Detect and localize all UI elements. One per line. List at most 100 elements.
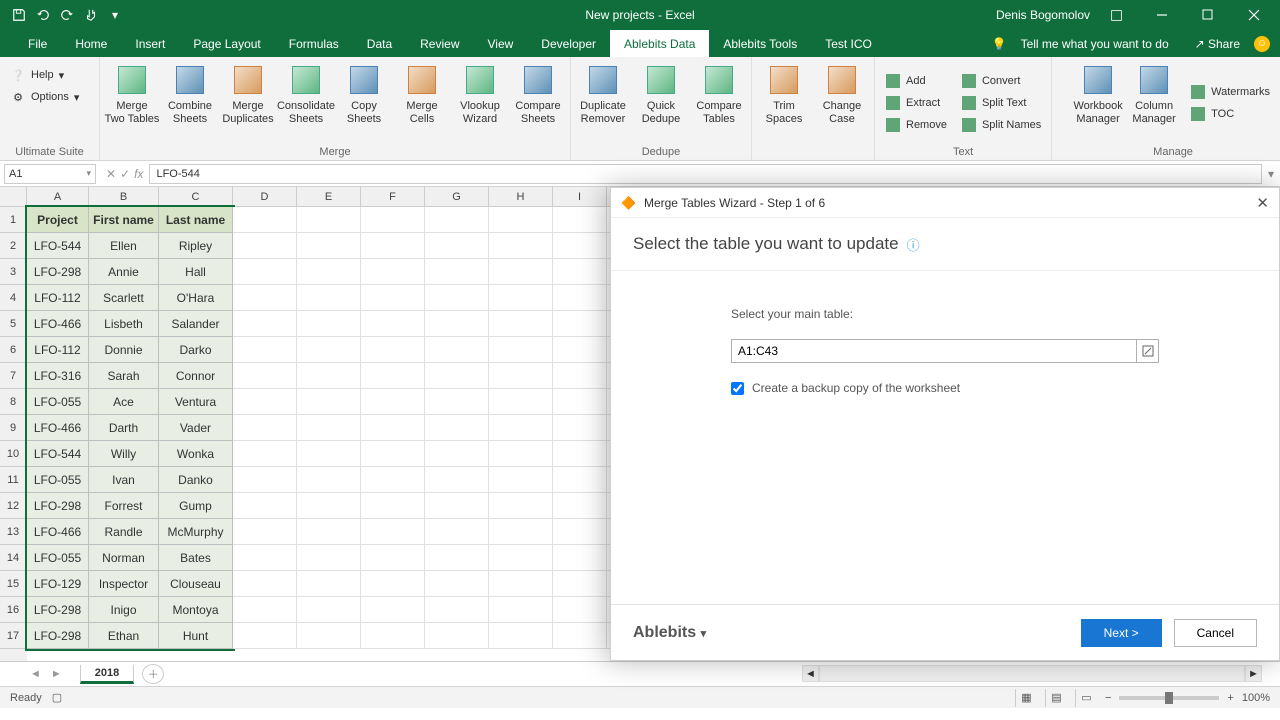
table-cell[interactable]: Scarlett <box>89 285 159 311</box>
empty-cell[interactable] <box>425 311 489 337</box>
range-input[interactable] <box>731 339 1137 363</box>
empty-cell[interactable] <box>233 285 297 311</box>
empty-cell[interactable] <box>553 207 607 233</box>
table-cell[interactable]: LFO-055 <box>27 389 89 415</box>
table-cell[interactable]: LFO-316 <box>27 363 89 389</box>
table-cell[interactable]: LFO-298 <box>27 597 89 623</box>
empty-cell[interactable] <box>553 623 607 649</box>
empty-cell[interactable] <box>361 363 425 389</box>
backup-checkbox[interactable]: Create a backup copy of the worksheet <box>731 381 1159 395</box>
workbook-manager-button[interactable]: WorkbookManager <box>1070 60 1126 146</box>
table-cell[interactable]: LFO-298 <box>27 259 89 285</box>
row-header[interactable]: 2 <box>0 233 27 259</box>
extract-button[interactable]: Extract <box>879 92 953 114</box>
empty-cell[interactable] <box>489 363 553 389</box>
share-button[interactable]: ↗ Share <box>1195 37 1240 51</box>
row-header[interactable]: 16 <box>0 597 27 623</box>
page-break-view-icon[interactable]: ▭ <box>1075 689 1097 707</box>
empty-cell[interactable] <box>297 233 361 259</box>
empty-cell[interactable] <box>553 363 607 389</box>
table-cell[interactable]: Darko <box>159 337 233 363</box>
row-header[interactable]: 10 <box>0 441 27 467</box>
horizontal-scrollbar[interactable]: ◄ ► <box>802 665 1262 682</box>
table-cell[interactable]: Ellen <box>89 233 159 259</box>
empty-cell[interactable] <box>553 259 607 285</box>
empty-cell[interactable] <box>489 493 553 519</box>
col-header[interactable]: E <box>297 187 361 206</box>
empty-cell[interactable] <box>297 519 361 545</box>
table-cell[interactable]: Ethan <box>89 623 159 649</box>
undo-icon[interactable] <box>32 4 54 26</box>
watermarks-button[interactable]: Watermarks <box>1184 81 1276 103</box>
table-cell[interactable]: Darth <box>89 415 159 441</box>
empty-cell[interactable] <box>425 233 489 259</box>
empty-cell[interactable] <box>361 207 425 233</box>
empty-cell[interactable] <box>233 545 297 571</box>
duplicate-remover-button[interactable]: DuplicateRemover <box>575 60 631 146</box>
empty-cell[interactable] <box>489 623 553 649</box>
empty-cell[interactable] <box>553 415 607 441</box>
table-cell[interactable]: Ivan <box>89 467 159 493</box>
confirm-icon[interactable]: ✓ <box>120 167 130 181</box>
empty-cell[interactable] <box>297 493 361 519</box>
split-text-button[interactable]: Split Text <box>955 92 1047 114</box>
formula-input[interactable]: LFO-544 <box>149 164 1262 184</box>
empty-cell[interactable] <box>233 623 297 649</box>
empty-cell[interactable] <box>425 207 489 233</box>
empty-cell[interactable] <box>233 441 297 467</box>
empty-cell[interactable] <box>489 337 553 363</box>
empty-cell[interactable] <box>297 545 361 571</box>
empty-cell[interactable] <box>297 337 361 363</box>
table-cell[interactable]: Ace <box>89 389 159 415</box>
touch-mode-icon[interactable] <box>80 4 102 26</box>
table-cell[interactable]: Salander <box>159 311 233 337</box>
tab-test-ico[interactable]: Test ICO <box>811 30 886 57</box>
empty-cell[interactable] <box>489 207 553 233</box>
macro-record-icon[interactable]: ▢ <box>52 691 62 704</box>
minimize-button[interactable] <box>1142 0 1182 30</box>
empty-cell[interactable] <box>361 467 425 493</box>
empty-cell[interactable] <box>425 571 489 597</box>
empty-cell[interactable] <box>297 259 361 285</box>
row-header[interactable]: 17 <box>0 623 27 649</box>
merge-cells-button[interactable]: MergeCells <box>394 60 450 146</box>
table-cell[interactable]: Lisbeth <box>89 311 159 337</box>
empty-cell[interactable] <box>489 233 553 259</box>
table-cell[interactable]: Randle <box>89 519 159 545</box>
empty-cell[interactable] <box>233 259 297 285</box>
copy-sheets-button[interactable]: CopySheets <box>336 60 392 146</box>
empty-cell[interactable] <box>297 415 361 441</box>
table-cell[interactable]: Donnie <box>89 337 159 363</box>
trim-spaces-button[interactable]: TrimSpaces <box>756 60 812 146</box>
empty-cell[interactable] <box>425 623 489 649</box>
hscroll-left-icon[interactable]: ◄ <box>802 665 819 682</box>
cancel-button[interactable]: Cancel <box>1174 619 1257 647</box>
ribbon-options-icon[interactable] <box>1096 0 1136 30</box>
table-cell[interactable]: Bates <box>159 545 233 571</box>
hscroll-right-icon[interactable]: ► <box>1245 665 1262 682</box>
empty-cell[interactable] <box>489 441 553 467</box>
table-cell[interactable]: O'Hara <box>159 285 233 311</box>
table-cell[interactable]: LFO-466 <box>27 519 89 545</box>
table-cell[interactable]: Vader <box>159 415 233 441</box>
range-picker-icon[interactable] <box>1137 339 1159 363</box>
table-cell[interactable]: Connor <box>159 363 233 389</box>
empty-cell[interactable] <box>297 207 361 233</box>
table-cell[interactable]: Montoya <box>159 597 233 623</box>
tab-formulas[interactable]: Formulas <box>275 30 353 57</box>
compare-tables-button[interactable]: CompareTables <box>691 60 747 146</box>
compare-sheets-button[interactable]: CompareSheets <box>510 60 566 146</box>
redo-icon[interactable] <box>56 4 78 26</box>
change-case-button[interactable]: ChangeCase <box>814 60 870 146</box>
empty-cell[interactable] <box>297 285 361 311</box>
merge-duplicates-button[interactable]: MergeDuplicates <box>220 60 276 146</box>
add-sheet-button[interactable]: ＋ <box>142 664 164 684</box>
empty-cell[interactable] <box>233 207 297 233</box>
empty-cell[interactable] <box>361 493 425 519</box>
table-cell[interactable]: Clouseau <box>159 571 233 597</box>
empty-cell[interactable] <box>361 311 425 337</box>
col-header[interactable]: A <box>27 187 89 206</box>
empty-cell[interactable] <box>233 233 297 259</box>
empty-cell[interactable] <box>233 597 297 623</box>
col-header[interactable]: G <box>425 187 489 206</box>
